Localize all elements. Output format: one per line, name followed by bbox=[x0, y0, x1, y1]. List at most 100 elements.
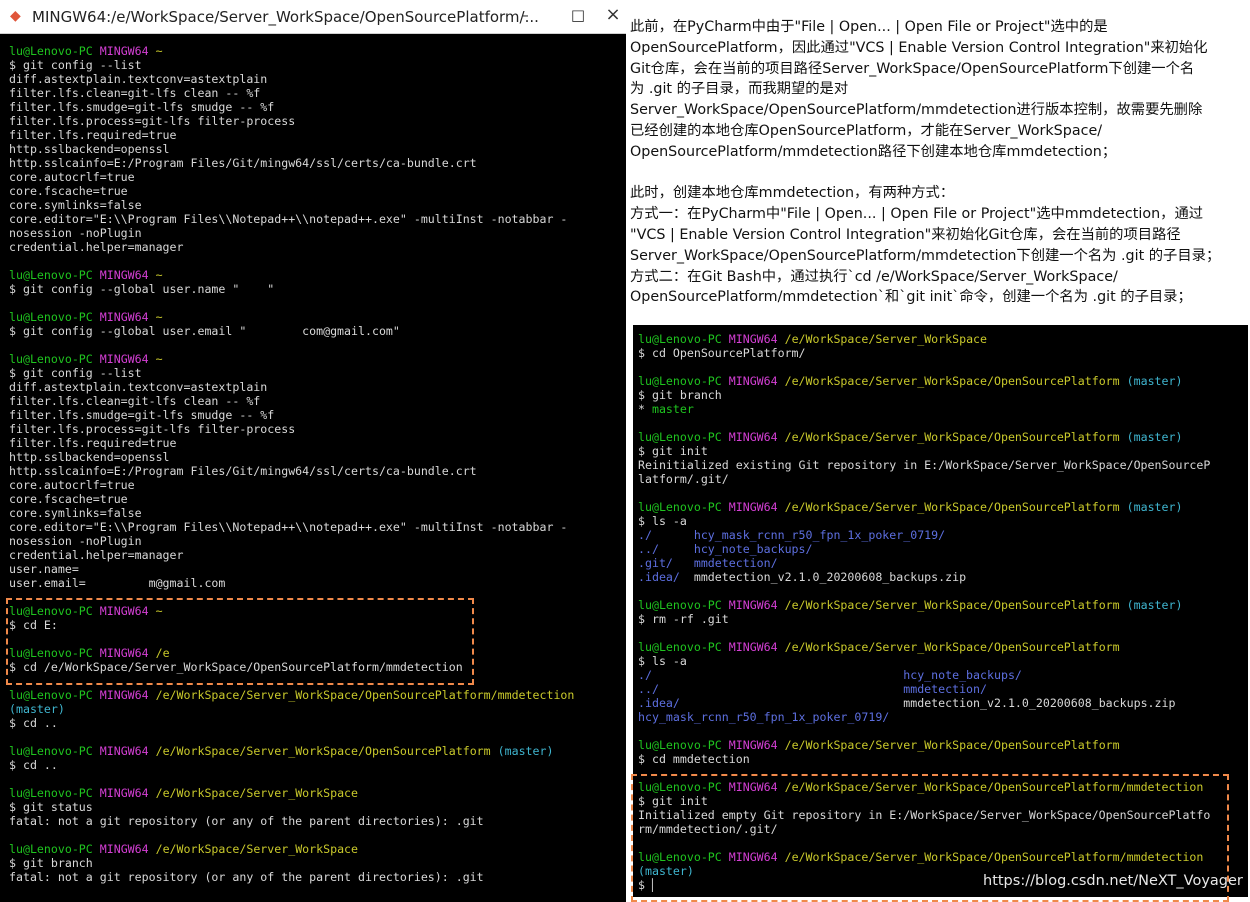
terminal-line: lu@Lenovo-PC MINGW64 /e/WorkSpace/Server… bbox=[638, 374, 1243, 388]
terminal-text: filter.lfs.required=true bbox=[9, 436, 177, 450]
terminal-line: .idea/ mmdetection_v2.1.0_20200608_backu… bbox=[638, 696, 1243, 710]
close-button[interactable]: × bbox=[598, 3, 628, 27]
terminal-text: ~ bbox=[155, 44, 163, 58]
terminal-line: credential.helper=manager bbox=[9, 240, 619, 254]
terminal-line: ./ hcy_note_backups/ bbox=[638, 668, 1243, 682]
terminal-text: lu@Lenovo-PC bbox=[9, 786, 100, 800]
terminal-text: .idea/ bbox=[638, 696, 904, 710]
terminal-text: ../ hcy_note_backups/ bbox=[638, 542, 813, 556]
terminal-line: lu@Lenovo-PC MINGW64 /e/WorkSpace/Server… bbox=[638, 500, 1243, 514]
terminal-line: http.sslcainfo=E:/Program Files/Git/ming… bbox=[9, 156, 619, 170]
terminal-text: $ cd .. bbox=[9, 758, 58, 772]
terminal-line: $ git config --global user.email " com@g… bbox=[9, 324, 619, 338]
terminal-text: filter.lfs.clean=git-lfs clean -- %f bbox=[9, 86, 261, 100]
terminal-text: core.symlinks=false bbox=[9, 198, 142, 212]
terminal-line: core.autocrlf=true bbox=[9, 170, 619, 184]
note-line: 方式一：在PyCharm中"File | Open... | Open File… bbox=[630, 206, 1204, 223]
terminal-line: nosession -noPlugin bbox=[9, 534, 619, 548]
terminal-output-left[interactable]: lu@Lenovo-PC MINGW64 ~ $ git config --lis… bbox=[9, 44, 619, 884]
terminal-line: ../ mmdetection/ bbox=[638, 682, 1243, 696]
terminal-window[interactable]: ◆ MINGW64:/e/WorkSpace/Server_WorkSpace/… bbox=[0, 0, 626, 902]
terminal-line: $ git config --list bbox=[9, 58, 619, 72]
window-title-bar[interactable]: ◆ MINGW64:/e/WorkSpace/Server_WorkSpace/… bbox=[0, 0, 626, 34]
terminal-text: $ git config --global user.email " com@g… bbox=[9, 324, 400, 338]
terminal-text: .idea/ bbox=[638, 570, 694, 584]
terminal-line: diff.astextplain.textconv=astextplain bbox=[9, 72, 619, 86]
terminal-line: $ cd .. bbox=[9, 758, 619, 772]
terminal-line: $ rm -rf .git bbox=[638, 612, 1243, 626]
terminal-text: $ cd .. bbox=[9, 716, 58, 730]
terminal-text: filter.lfs.smudge=git-lfs smudge -- %f bbox=[9, 100, 275, 114]
terminal-text: ~ bbox=[155, 310, 163, 324]
terminal-line: fatal: not a git repository (or any of t… bbox=[9, 870, 619, 884]
terminal-text: /e/WorkSpace/Server_WorkSpace/OpenSource… bbox=[784, 430, 1127, 444]
terminal-text: lu@Lenovo-PC bbox=[9, 842, 100, 856]
note-line: Git仓库，会在当前的项目路径Server_WorkSpace/OpenSour… bbox=[630, 60, 1195, 77]
terminal-text: core.editor="E:\\Program Files\\Notepad+… bbox=[9, 520, 568, 534]
note-line bbox=[630, 163, 1248, 184]
terminal-text: $ git config --list bbox=[9, 58, 142, 72]
terminal-text: MINGW64 bbox=[728, 332, 785, 346]
minimize-button[interactable]: – bbox=[510, 3, 540, 27]
terminal-text: lu@Lenovo-PC bbox=[9, 744, 100, 758]
terminal-line: hcy_mask_rcnn_r50_fpn_1x_poker_0719/ bbox=[638, 710, 1243, 724]
terminal-text: core.autocrlf=true bbox=[9, 170, 135, 184]
terminal-line: diff.astextplain.textconv=astextplain bbox=[9, 380, 619, 394]
terminal-text: lu@Lenovo-PC bbox=[9, 310, 100, 324]
terminal-text: MINGW64 bbox=[99, 44, 156, 58]
terminal-line: lu@Lenovo-PC MINGW64 ~ bbox=[9, 268, 619, 282]
terminal-text: /e/WorkSpace/Server_WorkSpace/OpenSource… bbox=[784, 500, 1127, 514]
terminal-line: nosession -noPlugin bbox=[9, 226, 619, 240]
terminal-text: lu@Lenovo-PC bbox=[9, 352, 100, 366]
terminal-text: MINGW64 bbox=[99, 786, 156, 800]
terminal-text: /e/WorkSpace/Server_WorkSpace/OpenSource… bbox=[784, 738, 1120, 752]
terminal-text: core.fscache=true bbox=[9, 184, 128, 198]
terminal-text: /e/WorkSpace/Server_WorkSpace bbox=[155, 786, 359, 800]
terminal-line: lu@Lenovo-PC MINGW64 ~ bbox=[9, 44, 619, 58]
terminal-line: $ cd mmdetection bbox=[638, 752, 1243, 766]
maximize-button[interactable]: □ bbox=[563, 3, 593, 27]
note-line: 此时，创建本地仓库mmdetection，有两种方式： bbox=[630, 185, 955, 202]
note-line: 方式二：在Git Bash中，通过执行`cd /e/WorkSpace/Serv… bbox=[630, 268, 1118, 285]
terminal-line: filter.lfs.required=true bbox=[9, 436, 619, 450]
terminal-text: MINGW64 bbox=[99, 352, 156, 366]
terminal-line: lu@Lenovo-PC MINGW64 /e/WorkSpace/Server… bbox=[638, 640, 1243, 654]
terminal-text: mmdetection_v2.1.0_20200608_backups.zip bbox=[693, 570, 967, 584]
terminal-line: $ cd .. bbox=[9, 716, 619, 730]
terminal-line: filter.lfs.required=true bbox=[9, 128, 619, 142]
terminal-text: user.name= bbox=[9, 562, 79, 576]
terminal-line: lu@Lenovo-PC MINGW64 /e/WorkSpace/Server… bbox=[638, 332, 1243, 346]
terminal-text: MINGW64 bbox=[99, 310, 156, 324]
terminal-line: filter.lfs.clean=git-lfs clean -- %f bbox=[9, 86, 619, 100]
terminal-text: /e/WorkSpace/Server_WorkSpace bbox=[784, 332, 988, 346]
terminal-text: user.email= m@gmail.com bbox=[9, 576, 226, 590]
terminal-text: MINGW64 bbox=[728, 640, 785, 654]
terminal-text: ./ hcy_note_backups/ bbox=[638, 668, 1022, 682]
terminal-text: /e/WorkSpace/Server_WorkSpace/OpenSource… bbox=[155, 688, 575, 702]
terminal-line: lu@Lenovo-PC MINGW64 /e/WorkSpace/Server… bbox=[9, 688, 619, 702]
terminal-text: $ cd mmdetection bbox=[638, 752, 750, 766]
terminal-line: .idea/ mmdetection_v2.1.0_20200608_backu… bbox=[638, 570, 1243, 584]
terminal-line: credential.helper=manager bbox=[9, 548, 619, 562]
terminal-text: MINGW64 bbox=[99, 842, 156, 856]
terminal-text: fatal: not a git repository (or any of t… bbox=[9, 814, 484, 828]
note-line: 为 .git 的子目录，而我期望的是对 bbox=[630, 81, 849, 98]
terminal-text: /e/WorkSpace/Server_WorkSpace/OpenSource… bbox=[155, 744, 498, 758]
terminal-line: $ ls -a bbox=[638, 514, 1243, 528]
terminal-text: ./ hcy_mask_rcnn_r50_fpn_1x_poker_0719/ bbox=[638, 528, 946, 542]
terminal-line: Reinitialized existing Git repository in… bbox=[638, 458, 1243, 472]
terminal-line: $ git init bbox=[638, 444, 1243, 458]
terminal-line: lu@Lenovo-PC MINGW64 ~ bbox=[9, 352, 619, 366]
terminal-text: (master) bbox=[1126, 500, 1183, 514]
terminal-line: http.sslbackend=openssl bbox=[9, 142, 619, 156]
